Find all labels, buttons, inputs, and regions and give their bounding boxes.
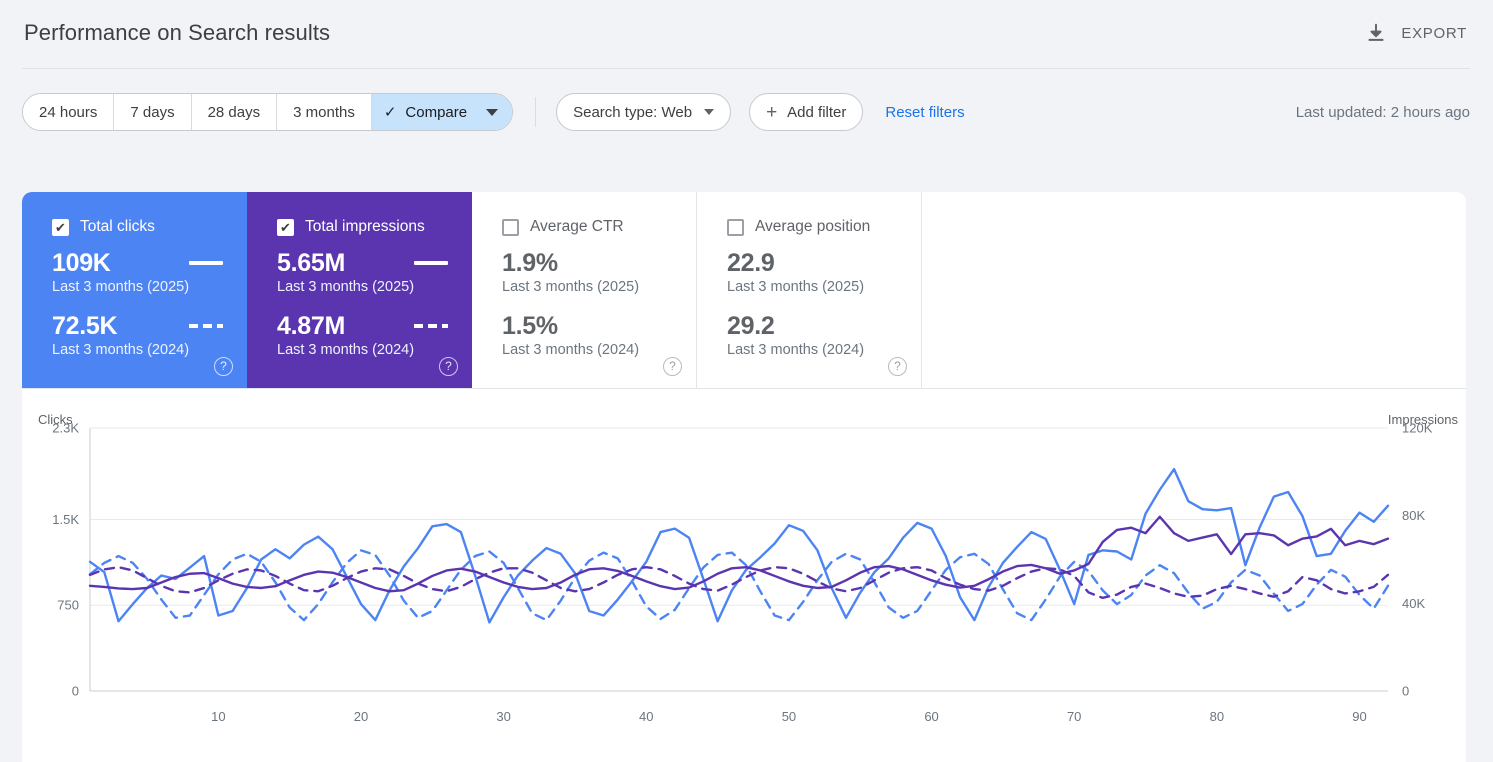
help-icon[interactable]: ? bbox=[663, 357, 682, 376]
checkbox-unchecked-icon[interactable] bbox=[502, 219, 519, 236]
date-range-segmented-control: 24 hours 7 days 28 days 3 months ✓ Compa… bbox=[22, 93, 513, 131]
metric-current-value: 1.9% bbox=[502, 249, 678, 277]
legend-dashed-line-icon bbox=[414, 324, 448, 328]
metric-card-total-clicks[interactable]: ✔ Total clicks 109K Last 3 months (2025)… bbox=[22, 192, 247, 388]
plus-icon: + bbox=[766, 103, 777, 122]
download-icon bbox=[1365, 22, 1387, 44]
card-header: ✔ Total impressions bbox=[277, 218, 454, 236]
range-3-months[interactable]: 3 months bbox=[277, 94, 372, 130]
chart-series-1 bbox=[90, 550, 1388, 620]
y-axis-tick: 1.5K bbox=[52, 512, 79, 527]
y-axis-tick: 2.3K bbox=[52, 421, 79, 436]
card-title: Average CTR bbox=[530, 218, 624, 236]
metric-previous-value: 29.2 bbox=[727, 312, 903, 340]
x-axis-tick: 20 bbox=[354, 709, 368, 724]
page-header: Performance on Search results EXPORT bbox=[0, 0, 1493, 66]
x-axis-tick: 10 bbox=[211, 709, 225, 724]
add-filter-label: Add filter bbox=[787, 104, 846, 121]
metric-current: 22.9 Last 3 months (2025) bbox=[727, 249, 903, 298]
metric-current-label: Last 3 months (2025) bbox=[277, 277, 454, 298]
y2-axis-tick: 40K bbox=[1402, 596, 1425, 611]
compare-toggle[interactable]: ✓ Compare bbox=[372, 94, 512, 130]
x-axis-tick: 40 bbox=[639, 709, 653, 724]
help-icon[interactable]: ? bbox=[214, 357, 233, 376]
metric-current: 5.65M Last 3 months (2025) bbox=[277, 249, 454, 298]
metric-current-value: 22.9 bbox=[727, 249, 903, 277]
metric-cards: ✔ Total clicks 109K Last 3 months (2025)… bbox=[22, 192, 922, 388]
x-axis-tick: 90 bbox=[1352, 709, 1366, 724]
metric-previous: 29.2 Last 3 months (2024) bbox=[727, 312, 903, 361]
legend-solid-line-icon bbox=[414, 261, 448, 265]
metric-card-average-position[interactable]: Average position 22.9 Last 3 months (202… bbox=[697, 192, 922, 388]
chevron-down-icon bbox=[486, 109, 498, 116]
card-title: Total impressions bbox=[305, 218, 425, 236]
metric-previous: 4.87M Last 3 months (2024) bbox=[277, 312, 454, 361]
performance-page: Performance on Search results EXPORT 24 … bbox=[0, 0, 1493, 762]
card-title: Total clicks bbox=[80, 218, 155, 236]
legend-dashed-line-icon bbox=[189, 324, 223, 328]
search-type-label: Search type: Web bbox=[573, 104, 692, 121]
y2-axis-tick: 80K bbox=[1402, 508, 1425, 523]
x-axis-tick: 70 bbox=[1067, 709, 1081, 724]
metric-previous-label: Last 3 months (2024) bbox=[502, 340, 678, 361]
filters-toolbar: 24 hours 7 days 28 days 3 months ✓ Compa… bbox=[22, 92, 1472, 132]
help-icon[interactable]: ? bbox=[888, 357, 907, 376]
card-header: ✔ Total clicks bbox=[52, 218, 229, 236]
checkbox-checked-icon[interactable]: ✔ bbox=[277, 219, 294, 236]
metric-previous-label: Last 3 months (2024) bbox=[277, 340, 454, 361]
last-updated-text: Last updated: 2 hours ago bbox=[1296, 104, 1472, 121]
x-axis-tick: 50 bbox=[782, 709, 796, 724]
metric-current-label: Last 3 months (2025) bbox=[52, 277, 229, 298]
metric-card-total-impressions[interactable]: ✔ Total impressions 5.65M Last 3 months … bbox=[247, 192, 472, 388]
compare-label: Compare bbox=[405, 104, 467, 121]
x-axis-tick: 80 bbox=[1210, 709, 1224, 724]
help-icon[interactable]: ? bbox=[439, 357, 458, 376]
toolbar-divider bbox=[535, 97, 536, 127]
header-divider bbox=[22, 68, 1470, 69]
checkbox-checked-icon[interactable]: ✔ bbox=[52, 219, 69, 236]
metric-previous-label: Last 3 months (2024) bbox=[52, 340, 229, 361]
metric-current: 109K Last 3 months (2025) bbox=[52, 249, 229, 298]
performance-panel: ✔ Total clicks 109K Last 3 months (2025)… bbox=[22, 192, 1466, 762]
y2-axis-tick: 120K bbox=[1402, 421, 1433, 436]
chevron-down-icon bbox=[704, 109, 714, 115]
search-type-dropdown[interactable]: Search type: Web bbox=[556, 93, 731, 131]
checkbox-unchecked-icon[interactable] bbox=[727, 219, 744, 236]
metric-previous-value: 1.5% bbox=[502, 312, 678, 340]
chart-svg: 0 750 1.5K 2.3K 0 40K 80K 120K 10 20 30 40 50 60 70 80 9… bbox=[22, 388, 1466, 762]
x-axis-tick: 30 bbox=[496, 709, 510, 724]
range-28-days[interactable]: 28 days bbox=[192, 94, 278, 130]
y2-axis-tick: 0 bbox=[1402, 684, 1409, 699]
performance-chart: Clicks Impressions 07501.5K2.3K040K80K12… bbox=[22, 388, 1466, 762]
metric-previous: 1.5% Last 3 months (2024) bbox=[502, 312, 678, 361]
metric-current-label: Last 3 months (2025) bbox=[727, 277, 903, 298]
check-icon: ✓ bbox=[384, 105, 397, 120]
metric-previous-label: Last 3 months (2024) bbox=[727, 340, 903, 361]
add-filter-button[interactable]: + Add filter bbox=[749, 93, 863, 131]
card-header: Average position bbox=[727, 218, 903, 236]
page-title: Performance on Search results bbox=[24, 20, 330, 46]
export-label: EXPORT bbox=[1401, 25, 1467, 42]
range-7-days[interactable]: 7 days bbox=[114, 94, 191, 130]
range-24-hours[interactable]: 24 hours bbox=[23, 94, 114, 130]
y-axis-tick: 750 bbox=[57, 598, 79, 613]
card-header: Average CTR bbox=[502, 218, 678, 236]
y-axis-tick: 0 bbox=[72, 684, 79, 699]
card-title: Average position bbox=[755, 218, 870, 236]
reset-filters-link[interactable]: Reset filters bbox=[885, 104, 964, 121]
metric-current-label: Last 3 months (2025) bbox=[502, 277, 678, 298]
metric-card-average-ctr[interactable]: Average CTR 1.9% Last 3 months (2025) 1.… bbox=[472, 192, 697, 388]
metric-current: 1.9% Last 3 months (2025) bbox=[502, 249, 678, 298]
x-axis-tick: 60 bbox=[924, 709, 938, 724]
metric-previous: 72.5K Last 3 months (2024) bbox=[52, 312, 229, 361]
export-button[interactable]: EXPORT bbox=[1363, 18, 1469, 48]
legend-solid-line-icon bbox=[189, 261, 223, 265]
